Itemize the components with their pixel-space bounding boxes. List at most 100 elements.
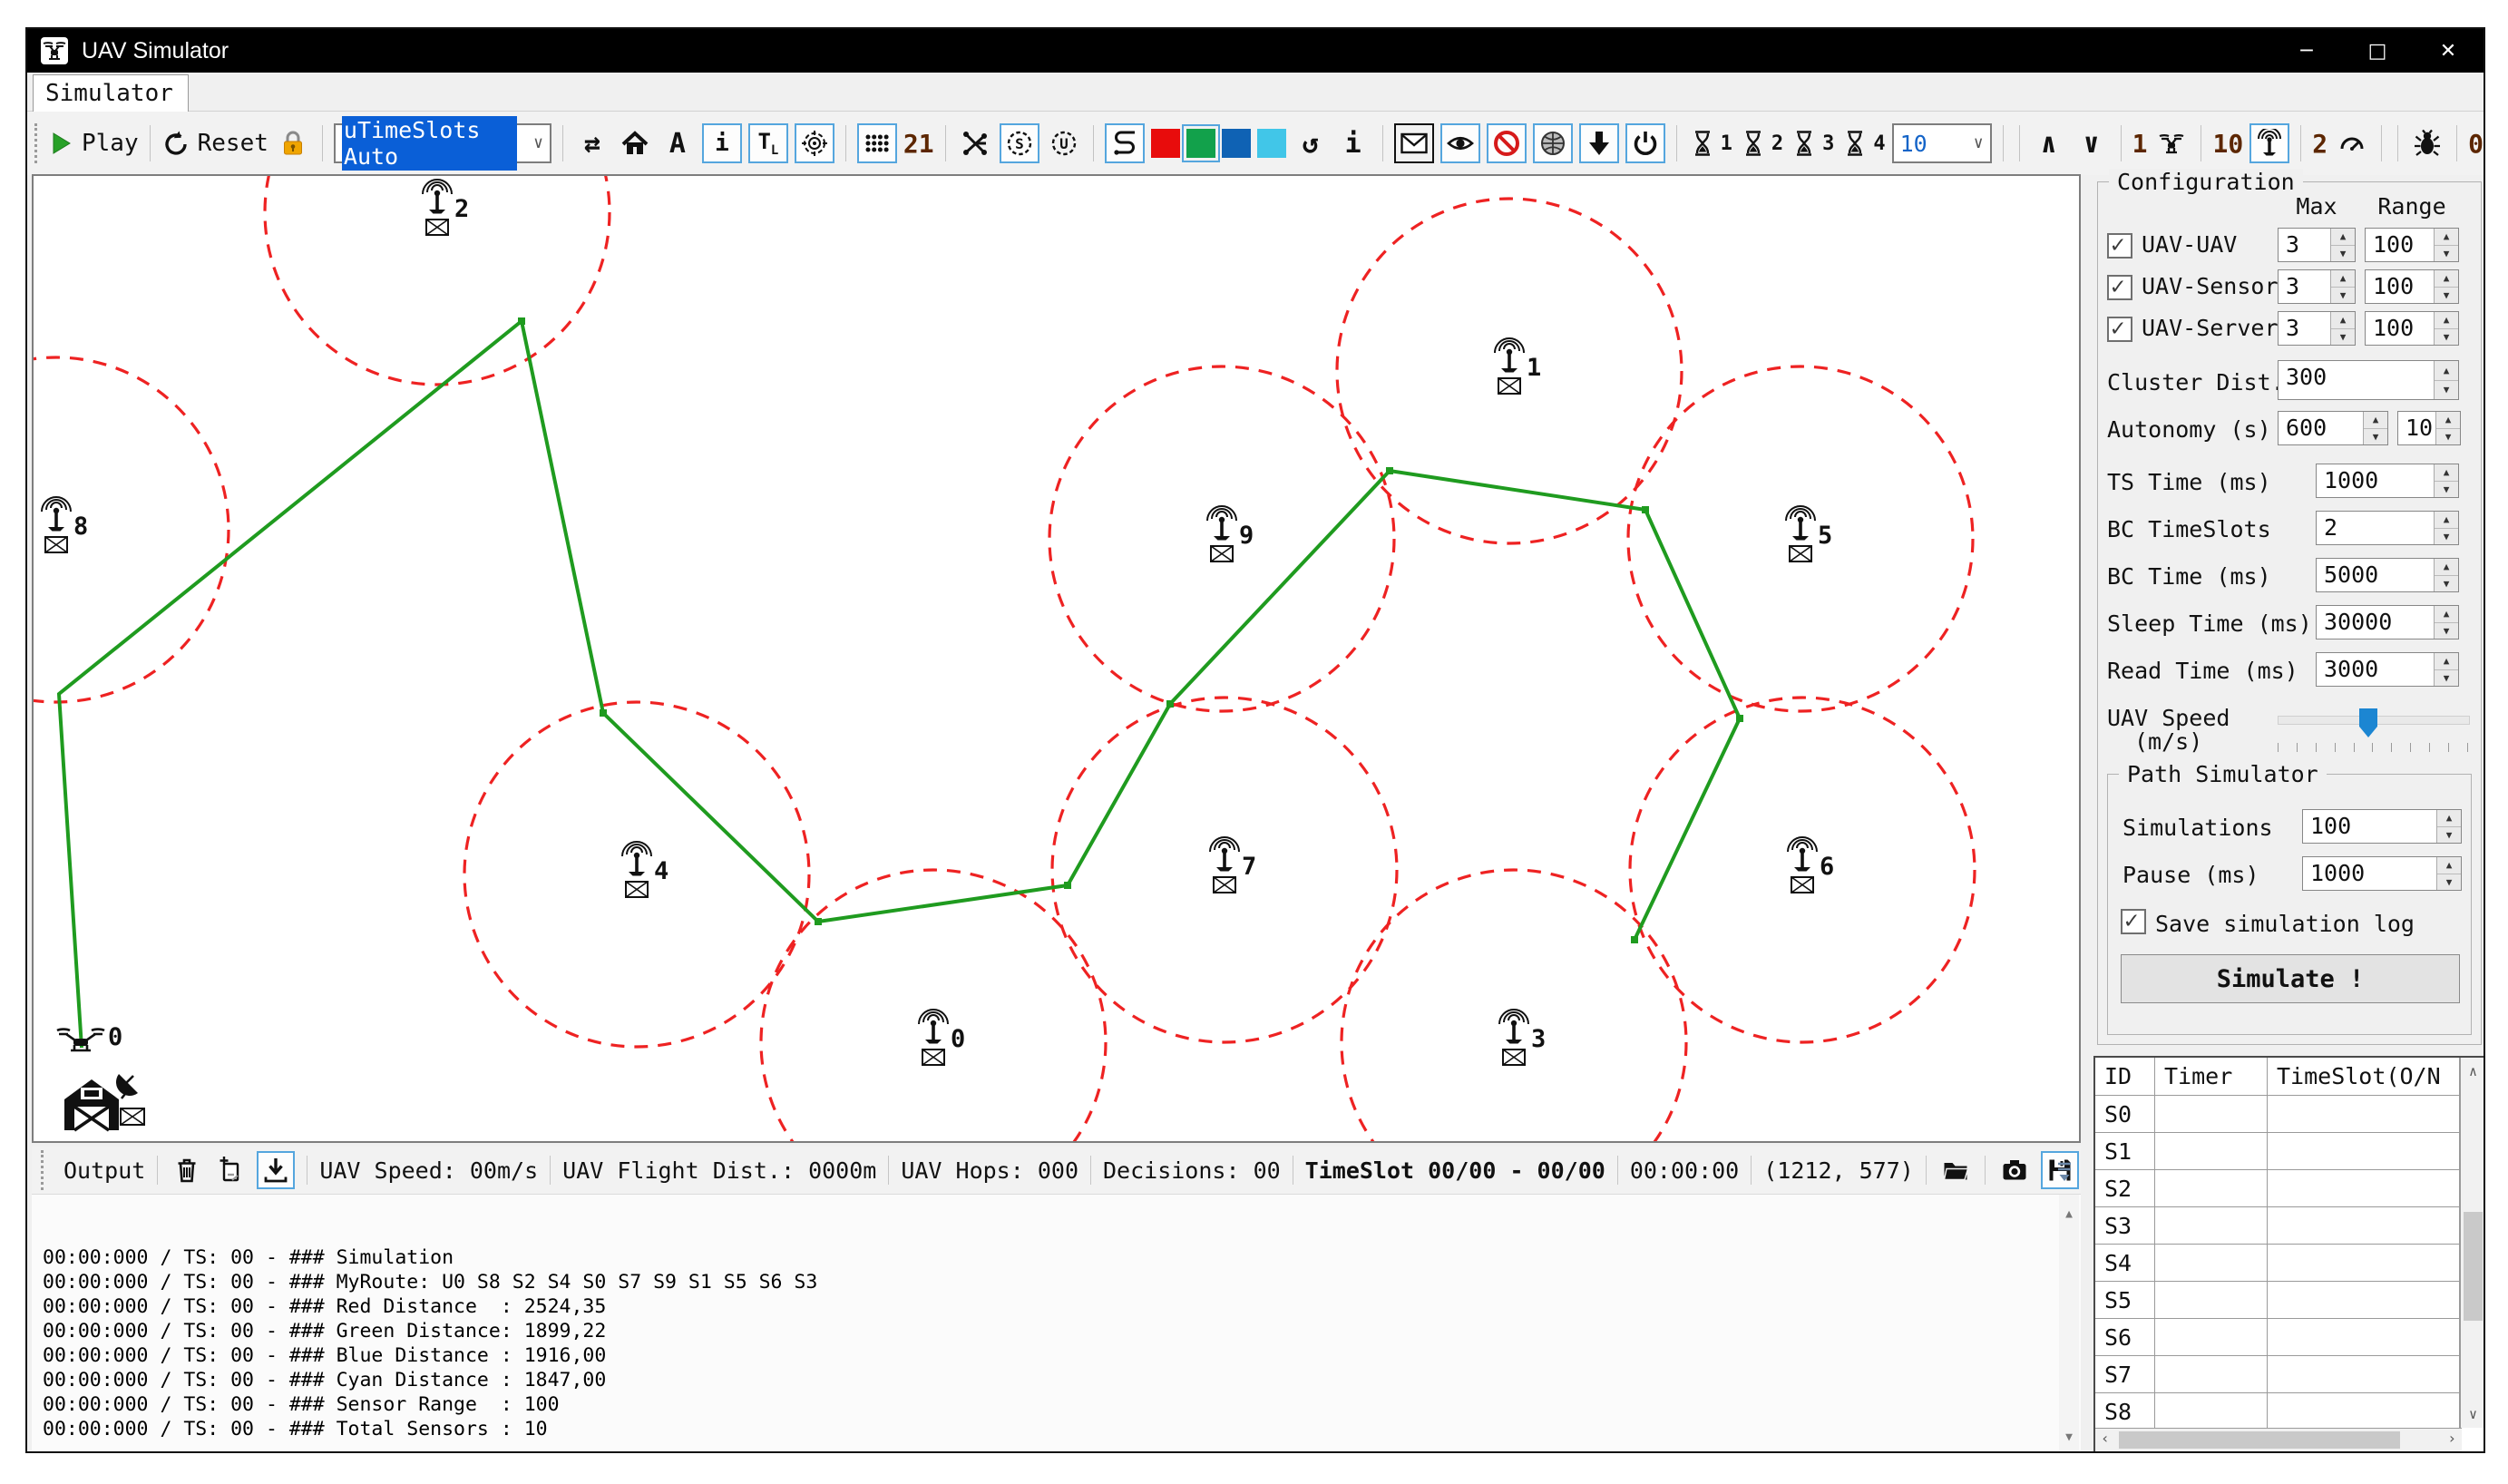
spin-down-button[interactable] [2435,381,2458,400]
spin-up-button[interactable] [2435,559,2458,576]
debug-button[interactable] [2409,123,2445,163]
mode-select[interactable]: uTimeSlots Auto∨ [334,123,551,163]
visibility-toggle[interactable] [1440,123,1480,163]
no-entry-toggle[interactable] [1487,123,1527,163]
refresh-route-button[interactable]: ↺ [1293,123,1329,163]
node-links-button[interactable] [957,123,993,163]
ts-time-spinner[interactable]: 1000 [2316,464,2459,498]
spin-up-button[interactable] [2435,312,2458,329]
spin-up-button[interactable] [2435,653,2458,670]
uav-uav-range-spinner[interactable]: 100 [2365,228,2459,262]
spin-up-button[interactable] [2364,412,2387,429]
output-scrollbar[interactable]: ▲ ▼ [2059,1195,2079,1451]
scroll-right-icon[interactable]: › [2447,1430,2456,1447]
table-row[interactable]: S1 [2095,1133,2485,1170]
spin-down-button[interactable] [2435,670,2458,687]
spin-up-button[interactable] [2435,229,2458,246]
sensor-node[interactable]: 8 [42,497,88,552]
uav-icon[interactable] [2153,123,2190,163]
table-header-cell[interactable]: ID [2095,1058,2155,1096]
spin-up-button[interactable] [2331,312,2355,329]
table-header-cell[interactable]: TimeSlot(O/N [2268,1058,2460,1096]
home-button[interactable] [617,123,653,163]
simulations-spinner[interactable]: 100 [2302,809,2462,844]
hourglass-2-button[interactable]: 2 [1739,129,1783,158]
sensor-toggle[interactable] [2249,123,2289,163]
spin-up-button[interactable] [2435,464,2458,482]
uav-node[interactable]: 0 [57,1023,122,1051]
route-toggle[interactable] [1105,123,1145,163]
scroll-up-icon[interactable]: ∧ [2461,1063,2485,1079]
cluster-dist-spinner[interactable]: 300 [2278,360,2459,400]
autoscroll-toggle[interactable] [257,1151,295,1189]
toolbar-overflow-button[interactable] [2050,1156,2077,1186]
power-toggle[interactable] [1625,123,1665,163]
hourglass-4-button[interactable]: 4 [1840,129,1885,158]
target-toggle[interactable] [795,123,834,163]
spin-up-button[interactable] [2435,361,2458,381]
table-vscroll-thumb[interactable] [2464,1212,2483,1321]
close-button[interactable]: ✕ [2413,29,2484,73]
spin-down-button[interactable] [2435,623,2458,639]
autonomy-secondary-spinner[interactable]: 10 [2397,411,2461,445]
table-row[interactable]: S7 [2095,1356,2485,1393]
spin-down-button[interactable] [2436,429,2460,445]
output-log[interactable]: 00:00:000 / TS: 00 - ### Simulation00:00… [32,1194,2081,1451]
green-route-swatch[interactable] [1186,129,1215,158]
hourglass-1-button[interactable]: 1 [1688,129,1732,158]
grid-toggle[interactable] [857,123,897,163]
table-horizontal-scrollbar[interactable]: ‹ › [2095,1428,2462,1451]
uav-speed-slider-thumb[interactable] [2359,708,2377,737]
download-toggle[interactable] [1579,123,1619,163]
spin-down-button[interactable] [2331,329,2355,346]
table-header-cell[interactable]: Timer [2155,1058,2268,1096]
server-node[interactable] [64,1074,144,1130]
spin-up-button[interactable] [2437,810,2461,827]
scroll-down-icon[interactable]: ∨ [2461,1406,2485,1422]
uav-sensor-checkbox[interactable] [2107,275,2132,300]
save-log-checkbox[interactable] [2121,909,2146,934]
lock-icon[interactable] [275,123,311,163]
scroll-down-icon[interactable]: ▼ [2059,1430,2079,1444]
sensor-node[interactable]: 0 [919,1010,965,1065]
table-row[interactable]: S3 [2095,1207,2485,1245]
copy-log-button[interactable] [213,1151,248,1189]
sensor-node[interactable]: 4 [622,842,668,897]
table-vertical-scrollbar[interactable]: ∧ ∨ [2460,1058,2485,1428]
clear-log-button[interactable] [170,1151,204,1189]
label-a-button[interactable]: A [659,123,696,163]
spin-up-button[interactable] [2435,270,2458,288]
table-row[interactable]: S8 [2095,1393,2485,1430]
spin-down-button[interactable] [2435,482,2458,498]
spin-down-button[interactable] [2331,246,2355,262]
simulation-canvas[interactable]: 28195476030 [32,174,2081,1143]
table-row[interactable]: S2 [2095,1170,2485,1207]
uav-sensor-range-spinner[interactable]: 100 [2365,269,2459,304]
blue-route-swatch[interactable] [1222,129,1251,158]
message-button[interactable] [1394,123,1434,163]
sensor-node[interactable]: 1 [1495,338,1541,394]
table-row[interactable]: S5 [2095,1282,2485,1319]
screenshot-button[interactable] [1997,1151,2032,1189]
cyan-route-swatch[interactable] [1257,129,1286,158]
bc-timeslots-spinner[interactable]: 2 [2316,511,2459,545]
table-row[interactable]: S4 [2095,1245,2485,1282]
spin-down-button[interactable] [2437,827,2461,844]
tab-simulator[interactable]: Simulator [33,74,189,112]
autonomy-spinner[interactable]: 600 [2278,411,2388,445]
move-down-button[interactable]: ∨ [2074,123,2110,163]
uav-uav-max-spinner[interactable]: 3 [2278,228,2356,262]
open-log-button[interactable] [1938,1151,1973,1189]
spin-down-button[interactable] [2435,529,2458,545]
spin-down-button[interactable] [2435,576,2458,592]
scroll-left-icon[interactable]: ‹ [2101,1430,2110,1447]
uav-server-max-spinner[interactable]: 3 [2278,311,2356,346]
network-map[interactable]: 28195476030 [34,176,2079,1141]
spin-down-button[interactable] [2435,329,2458,346]
read-time-spinner[interactable]: 3000 [2316,652,2459,687]
sensor-node[interactable]: 6 [1788,837,1834,893]
spin-down-button[interactable] [2437,874,2461,891]
sleep-time-spinner[interactable]: 30000 [2316,605,2459,639]
hourglass-3-button[interactable]: 3 [1790,129,1834,158]
sensor-node[interactable]: 5 [1786,506,1832,561]
